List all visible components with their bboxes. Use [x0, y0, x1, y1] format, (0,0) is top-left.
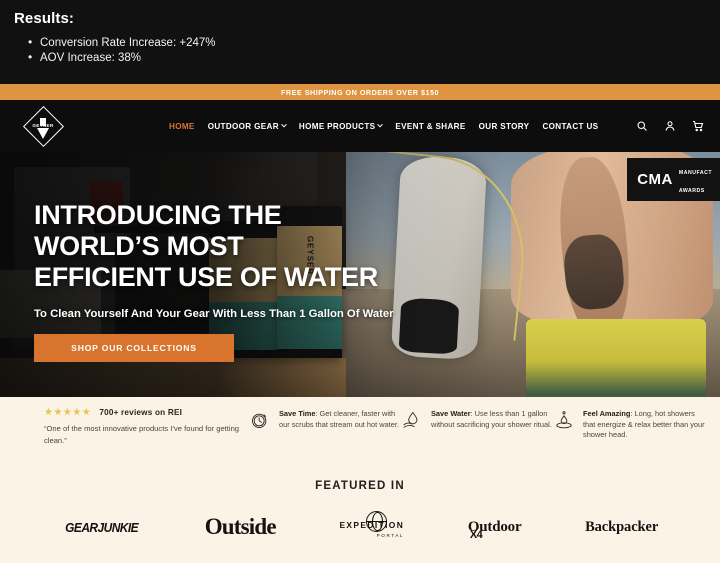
nav-label: HOME: [169, 121, 195, 131]
featured-in-title: FEATURED IN: [315, 480, 405, 492]
hero-title: INTRODUCING THE WORLD’S MOST EFFICIENT U…: [34, 200, 454, 293]
results-title: Results:: [14, 10, 74, 27]
header-icon-group: [636, 120, 704, 132]
nav-label: HOME PRODUCTS: [298, 121, 376, 131]
hero-subtitle: To Clean Yourself And Your Gear With Les…: [34, 308, 394, 320]
review-quote: “One of the most innovative products I’v…: [44, 424, 240, 445]
results-block: Results: Conversion Rate Increase: +247%…: [0, 0, 720, 84]
brand-logo-outside: Outside: [204, 514, 277, 539]
stopwatch-icon: [250, 409, 272, 435]
hero-section: GEYSER CMA MANUFACT AWARDS INTRODUCING T…: [0, 152, 720, 397]
benefit-title: Save Water: [431, 409, 471, 418]
brand-logo-backpacker: Backpacker: [585, 518, 659, 535]
nav-item-home[interactable]: HOME: [169, 122, 195, 131]
shop-collections-button[interactable]: SHOP OUR COLLECTIONS: [34, 334, 234, 362]
water-drop-hand-icon: [402, 409, 424, 435]
reviews-count-label: 700+ reviews on REI: [99, 408, 183, 417]
brand-logo-outdoor-x4: Outdoor X4: [468, 518, 522, 541]
hero-title-line-2: WORLD’S MOST: [34, 231, 244, 261]
globe-icon: [365, 510, 387, 532]
logo-triangle-icon: [37, 128, 49, 140]
chevron-down-icon: [281, 121, 287, 128]
benefit-feel-amazing: Feel Amazing: Long, hot showers that ene…: [554, 407, 706, 441]
page-root: Results: Conversion Rate Increase: +247%…: [0, 0, 720, 563]
brand-subname: X4: [469, 529, 483, 541]
result-item: AOV Increase: 38%: [28, 50, 720, 66]
brand-subname: PORTAL: [376, 532, 405, 538]
results-list: Conversion Rate Increase: +247% AOV Incr…: [28, 35, 720, 66]
site-logo[interactable]: GEYSER: [22, 105, 64, 147]
nav-item-event-share[interactable]: EVENT & SHARE: [395, 122, 465, 131]
logo-text: GEYSER: [32, 123, 54, 128]
hero-content: INTRODUCING THE WORLD’S MOST EFFICIENT U…: [34, 200, 454, 362]
cma-award-badge: CMA MANUFACT AWARDS: [627, 158, 720, 201]
nav-label: CONTACT US: [542, 121, 599, 131]
cma-badge-name: CMA: [637, 170, 673, 188]
featured-in-section: FEATURED IN GEARJUNKIE Outside EXPEDITIO…: [0, 469, 720, 563]
hero-title-line-3: EFFICIENT USE OF WATER: [34, 262, 378, 292]
benefit-text: Save Water: Use less than 1 gallon witho…: [431, 409, 554, 435]
main-nav: HOME OUTDOOR GEAR HOME PRODUCTS EVENT & …: [169, 122, 598, 131]
site-header: GEYSER HOME OUTDOOR GEAR HOME PRODUCTS E…: [0, 100, 720, 152]
cart-icon[interactable]: [692, 120, 704, 132]
nav-item-home-products[interactable]: HOME PRODUCTS: [298, 121, 384, 131]
droplet-splash-icon: [554, 409, 576, 441]
nav-label: OUR STORY: [478, 121, 530, 131]
search-icon[interactable]: [636, 120, 648, 132]
brand-logo-gearjunkie: GEARJUNKIE: [64, 519, 138, 535]
announcement-text: FREE SHIPPING ON ORDERS OVER $150: [281, 87, 439, 97]
cma-badge-line1: MANUFACT: [678, 170, 712, 176]
benefit-save-water: Save Water: Use less than 1 gallon witho…: [402, 407, 554, 435]
cma-badge-sublines: MANUFACT AWARDS: [679, 161, 712, 197]
nav-label: OUTDOOR GEAR: [207, 121, 279, 131]
result-item: Conversion Rate Increase: +247%: [28, 35, 720, 51]
hero-title-line-1: INTRODUCING THE: [34, 200, 282, 230]
chevron-down-icon: [377, 121, 384, 128]
nav-item-our-story[interactable]: OUR STORY: [479, 122, 530, 131]
account-icon[interactable]: [664, 120, 676, 132]
nav-item-outdoor-gear[interactable]: OUTDOOR GEAR: [207, 121, 287, 131]
cma-badge-line2: AWARDS: [678, 188, 705, 194]
benefits-strip: ★★★★★ 700+ reviews on REI “One of the mo…: [0, 397, 720, 469]
reviews-block: ★★★★★ 700+ reviews on REI “One of the mo…: [44, 407, 250, 446]
reviews-header: ★★★★★ 700+ reviews on REI: [44, 407, 250, 418]
nav-item-contact-us[interactable]: CONTACT US: [542, 122, 598, 131]
brand-logo-expedition-portal: EXPEDITION PORTAL: [339, 510, 405, 539]
benefit-text: Feel Amazing: Long, hot showers that ene…: [583, 409, 706, 441]
star-rating-icon: ★★★★★: [44, 407, 92, 418]
announcement-bar: FREE SHIPPING ON ORDERS OVER $150: [0, 84, 720, 100]
nav-label: EVENT & SHARE: [395, 121, 466, 131]
benefit-text: Save Time: Get cleaner, faster with our …: [279, 409, 402, 435]
benefit-title: Save Time: [279, 409, 316, 418]
benefit-save-time: Save Time: Get cleaner, faster with our …: [250, 407, 402, 435]
featured-logo-row: GEARJUNKIE Outside EXPEDITION PORTAL Out…: [0, 492, 720, 541]
benefit-title: Feel Amazing: [583, 409, 631, 418]
